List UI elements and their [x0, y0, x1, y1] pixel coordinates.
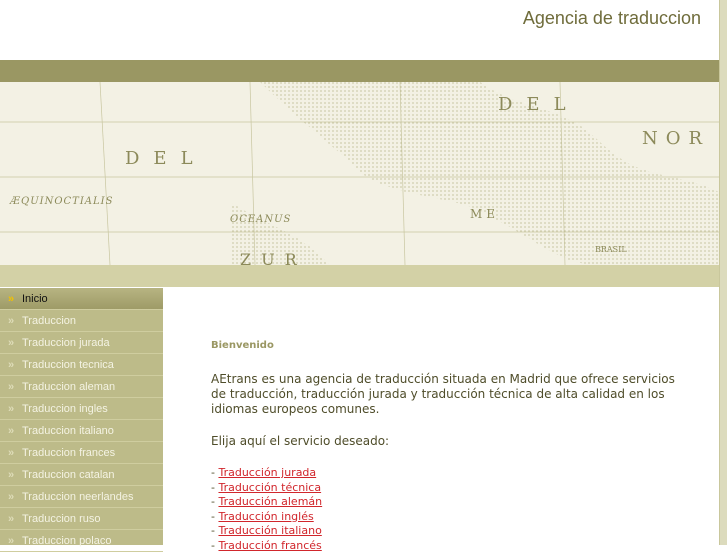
- sub-bar: [0, 265, 719, 288]
- nav-item-ruso[interactable]: » Traduccion ruso: [0, 508, 163, 530]
- link-traduccion-frances[interactable]: Traducción francés: [218, 539, 321, 552]
- chevron-right-icon: »: [7, 358, 15, 371]
- map-label: DEL: [498, 94, 580, 115]
- nav-label: Inicio: [22, 292, 48, 305]
- main-content: Bienvenido AEtrans es una agencia de tra…: [211, 338, 681, 553]
- nav-label: Traduccion ingles: [22, 402, 108, 415]
- chevron-right-icon: »: [7, 512, 15, 525]
- map-label: ZUR: [240, 250, 307, 265]
- nav-item-traduccion[interactable]: » Traduccion: [0, 310, 163, 332]
- map-label: NOR: [642, 128, 710, 149]
- nav-label: Traduccion catalan: [22, 468, 115, 481]
- nav-item-neerlandes[interactable]: » Traduccion neerlandes: [0, 486, 163, 508]
- welcome-heading: Bienvenido: [211, 340, 274, 351]
- link-traduccion-ingles[interactable]: Traducción inglés: [218, 510, 313, 523]
- chevron-right-icon: »: [7, 424, 15, 437]
- nav-item-jurada[interactable]: » Traduccion jurada: [0, 332, 163, 354]
- top-bar: [0, 60, 719, 82]
- site-title: Agencia de traduccion: [522, 8, 701, 28]
- nav-label: Traduccion tecnica: [22, 358, 114, 371]
- chevron-right-icon: »: [7, 402, 15, 415]
- chevron-right-icon: »: [7, 336, 15, 349]
- service-links: - Traducción jurada - Traducción técnica…: [211, 466, 681, 553]
- map-label: DEL: [125, 148, 207, 169]
- nav-label: Traduccion: [22, 314, 77, 327]
- nav-label: Traduccion aleman: [22, 380, 116, 393]
- nav-item-frances[interactable]: » Traduccion frances: [0, 442, 163, 464]
- nav-item-polaco[interactable]: » Traduccion polaco: [0, 530, 163, 552]
- map-label: BRASIL: [595, 245, 627, 254]
- nav-item-catalan[interactable]: » Traduccion catalan: [0, 464, 163, 486]
- nav-item-ingles[interactable]: » Traduccion ingles: [0, 398, 163, 420]
- choose-service-text: Elija aquí el servicio deseado:: [211, 434, 390, 448]
- chevron-right-icon: »: [7, 490, 15, 503]
- link-traduccion-tecnica[interactable]: Traducción técnica: [218, 481, 321, 494]
- map-label: OCEANUS: [230, 214, 291, 225]
- link-traduccion-italiano[interactable]: Traducción italiano: [218, 524, 321, 537]
- right-edge-strip: [719, 0, 727, 545]
- nav-label: Traduccion neerlandes: [22, 490, 134, 503]
- chevron-right-icon: »: [7, 314, 15, 327]
- map-label: ME: [470, 207, 499, 221]
- chevron-right-icon: »: [7, 468, 15, 481]
- nav-label: Traduccion frances: [22, 446, 116, 459]
- chevron-right-icon: »: [7, 446, 15, 459]
- banner-map-image: DEL DEL NOR ÆQUINOCTIALIS OCEANUS ME BRA…: [0, 82, 719, 265]
- sidebar-nav: » Inicio » Traduccion » Traduccion jurada »…: [0, 288, 163, 552]
- nav-label: Traduccion ruso: [22, 512, 101, 525]
- nav-item-aleman[interactable]: » Traduccion aleman: [0, 376, 163, 398]
- nav-item-italiano[interactable]: » Traduccion italiano: [0, 420, 163, 442]
- link-traduccion-jurada[interactable]: Traducción jurada: [218, 466, 316, 479]
- nav-label: Traduccion jurada: [22, 336, 110, 349]
- nav-label: Traduccion italiano: [22, 424, 114, 437]
- nav-item-inicio[interactable]: » Inicio: [0, 288, 163, 310]
- chevron-right-icon: »: [7, 380, 15, 393]
- link-traduccion-aleman[interactable]: Traducción alemán: [218, 495, 322, 508]
- map-label: ÆQUINOCTIALIS: [9, 196, 113, 207]
- nav-item-tecnica[interactable]: » Traduccion tecnica: [0, 354, 163, 376]
- chevron-right-icon: »: [7, 292, 15, 305]
- intro-paragraph: AEtrans es una agencia de traducción sit…: [211, 372, 675, 416]
